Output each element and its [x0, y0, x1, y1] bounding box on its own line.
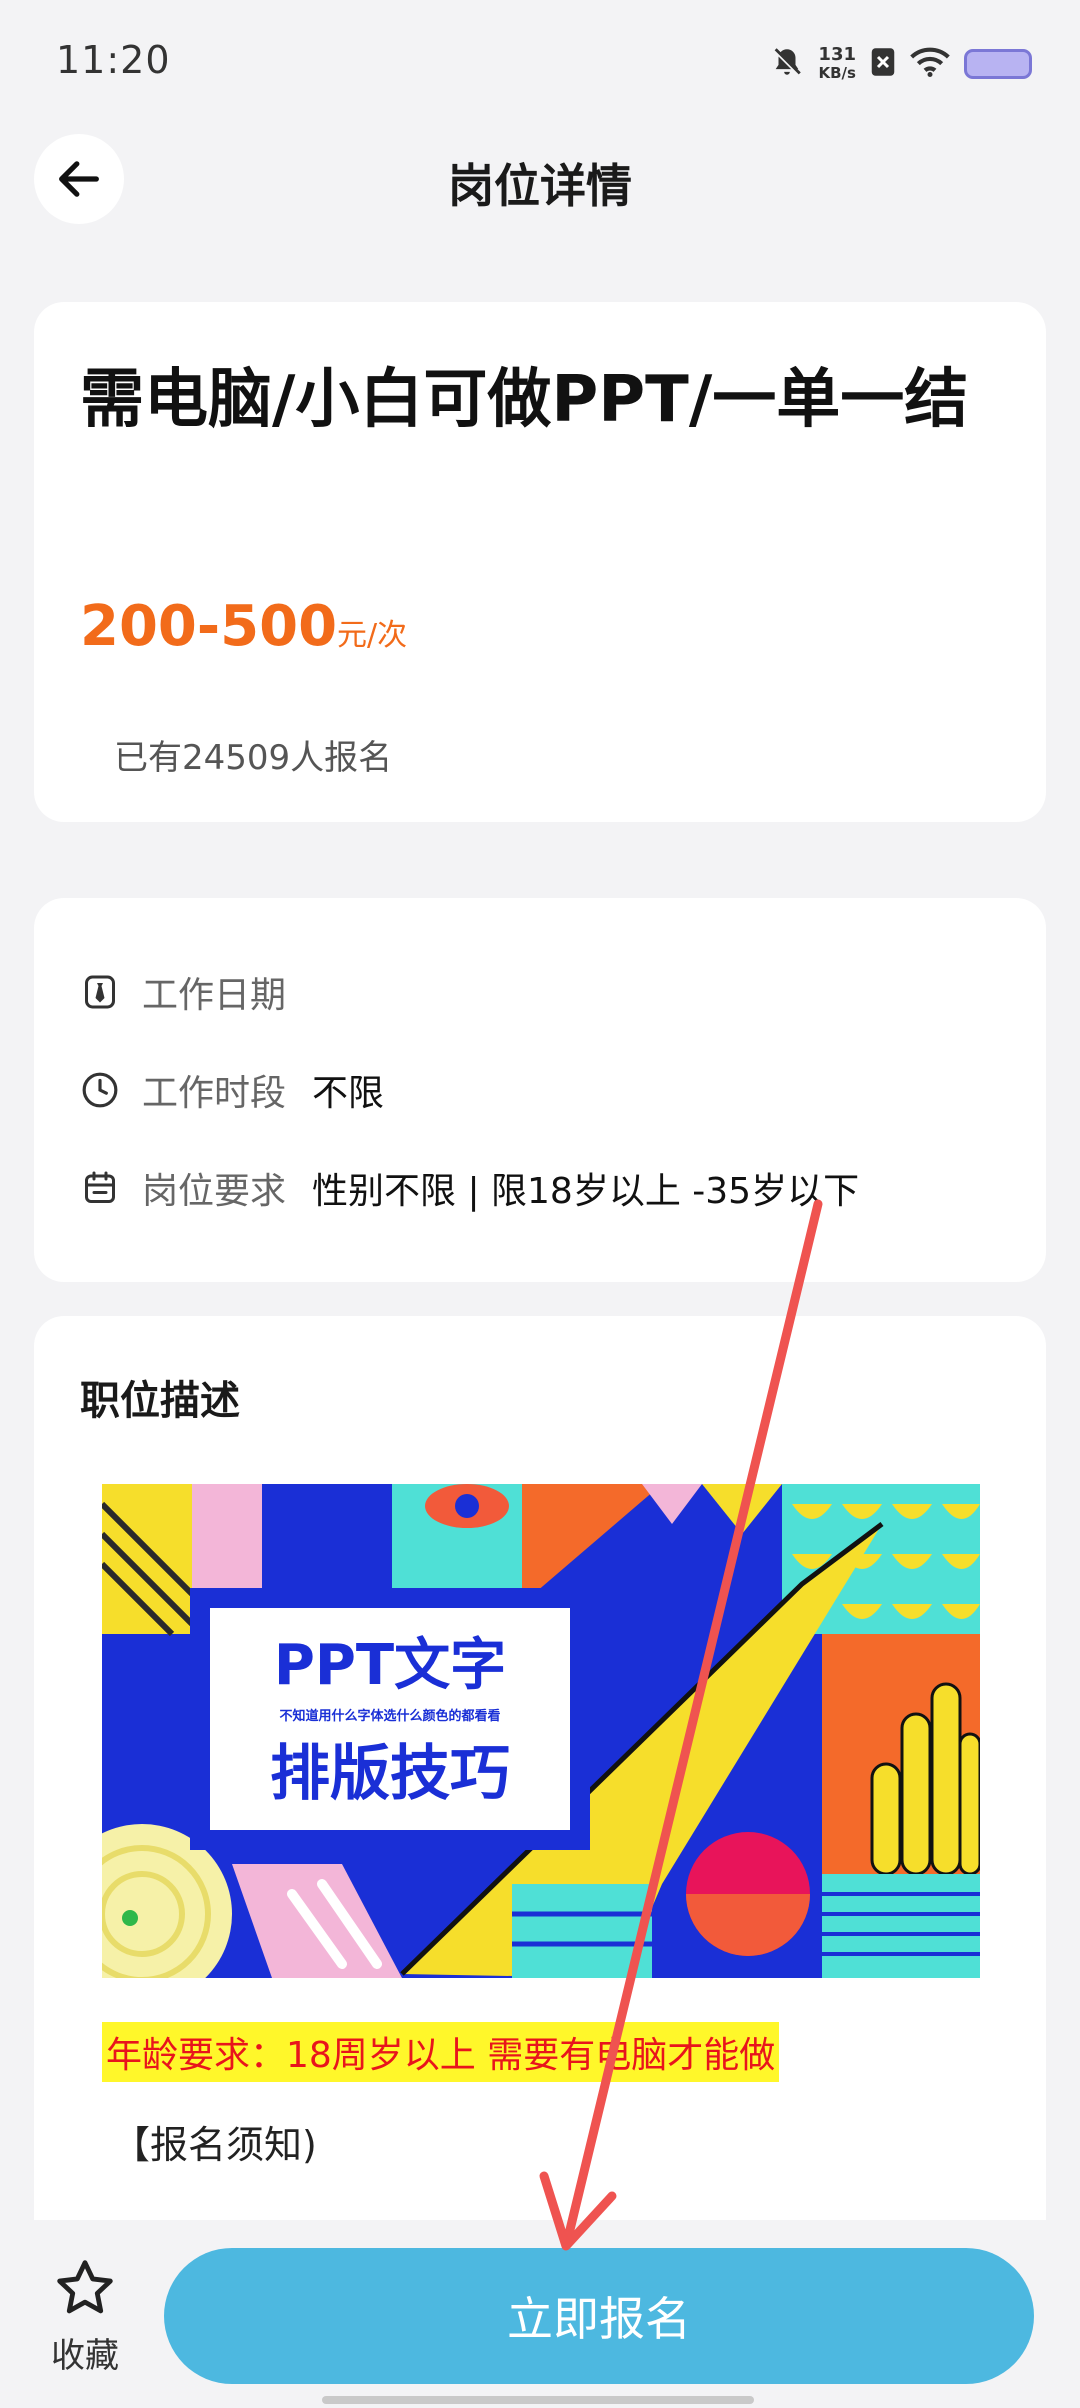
battery-icon	[964, 49, 1032, 79]
notice-heading: 【报名须知)	[112, 2123, 317, 2167]
bottom-bar: 收藏 立即报名	[0, 2220, 1080, 2408]
network-speed: 131 KB/s	[818, 44, 856, 83]
job-summary-card: 需电脑/小白可做PPT/一单一结 200-500元/次 已有24509人报名	[34, 302, 1046, 822]
salary-range: 200-500	[80, 594, 338, 659]
clock-icon	[80, 1070, 120, 1110]
salary: 200-500元/次	[80, 594, 407, 659]
job-details-card: 工作日期 工作时段 不限 岗位要求 性别不限 | 限18岁以上 -35岁以下	[34, 898, 1046, 1282]
info-value: 性别不限 | 限18岁以上 -35岁以下	[312, 1171, 860, 1212]
status-icons: 131 KB/s	[770, 40, 1032, 88]
banner-title-line2: 排版技巧	[270, 1739, 510, 1809]
info-label: 工作日期	[142, 975, 287, 1016]
status-bar: 11:20 131 KB/s	[0, 0, 1080, 120]
salary-unit: 元/次	[337, 618, 408, 653]
apply-now-button[interactable]: 立即报名	[164, 2248, 1034, 2384]
status-time: 11:20	[56, 38, 171, 82]
wifi-icon	[910, 46, 950, 82]
tie-icon	[80, 972, 120, 1012]
section-title: 职位描述	[80, 1378, 240, 1424]
applicants-count: 已有24509人报名	[114, 738, 393, 778]
home-indicator[interactable]	[322, 2396, 754, 2404]
info-row-work-date: 工作日期	[80, 962, 312, 1022]
info-label: 岗位要求	[142, 1171, 287, 1212]
description-banner: PPT文字 不知道用什么字体选什么颜色的都看看 排版技巧	[102, 1484, 980, 1978]
sim-x-icon	[870, 47, 896, 81]
speed-value: 131	[818, 44, 856, 65]
star-icon	[57, 2260, 113, 2314]
calendar-icon	[80, 1168, 120, 1208]
favorite-button[interactable]: 收藏	[40, 2256, 130, 2377]
info-row-requirements: 岗位要求 性别不限 | 限18岁以上 -35岁以下	[80, 1158, 859, 1218]
header: 岗位详情	[0, 128, 1080, 232]
page-title: 岗位详情	[448, 159, 632, 213]
bell-off-icon	[770, 45, 804, 83]
banner-subtitle: 不知道用什么字体选什么颜色的都看看	[279, 1708, 500, 1724]
age-requirement: 年龄要求：18周岁以上 需要有电脑才能做	[102, 2022, 780, 2082]
info-value: 不限	[312, 1073, 385, 1114]
job-title: 需电脑/小白可做PPT/一单一结	[80, 363, 969, 437]
banner-title-line1: PPT文字	[274, 1633, 506, 1698]
info-row-work-hours: 工作时段 不限	[80, 1060, 384, 1120]
info-label: 工作时段	[142, 1073, 287, 1114]
favorite-label: 收藏	[51, 2336, 119, 2376]
banner-graphic: PPT文字 不知道用什么字体选什么颜色的都看看 排版技巧	[102, 1484, 980, 1978]
speed-unit: KB/s	[818, 64, 856, 82]
